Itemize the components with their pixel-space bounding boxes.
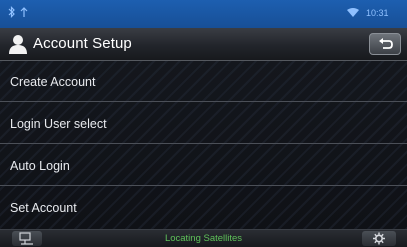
back-button[interactable] bbox=[369, 33, 401, 55]
bottom-bar: Locating Satellites bbox=[0, 229, 407, 247]
menu-item-label: Auto Login bbox=[10, 159, 70, 173]
gps-status-text: Locating Satellites bbox=[164, 233, 243, 244]
page-title: Account Setup bbox=[33, 35, 132, 52]
menu-item-label: Login User select bbox=[10, 117, 107, 131]
menu-item-auto-login[interactable]: Auto Login bbox=[0, 145, 407, 186]
status-bar: 10:31 bbox=[0, 0, 407, 28]
account-menu-list: Create Account Login User select Auto Lo… bbox=[0, 61, 407, 229]
menu-item-label: Set Account bbox=[10, 201, 77, 215]
menu-item-set-account[interactable]: Set Account bbox=[0, 187, 407, 228]
return-arrow-icon bbox=[379, 38, 393, 49]
menu-item-create-account[interactable]: Create Account bbox=[0, 61, 407, 102]
menu-item-label: Create Account bbox=[10, 75, 96, 89]
settings-button[interactable] bbox=[362, 231, 396, 246]
settings-gear-icon bbox=[373, 232, 385, 245]
title-bar: Account Setup bbox=[0, 28, 407, 61]
bluetooth-icon bbox=[8, 6, 16, 21]
status-time: 10:31 bbox=[366, 8, 389, 18]
account-setup-screen: 10:31 Account Setup Create Account Login… bbox=[0, 0, 407, 247]
menu-item-login-user-select[interactable]: Login User select bbox=[0, 103, 407, 144]
signal-icon bbox=[20, 6, 28, 21]
user-icon bbox=[7, 33, 29, 55]
wifi-icon bbox=[346, 7, 360, 21]
